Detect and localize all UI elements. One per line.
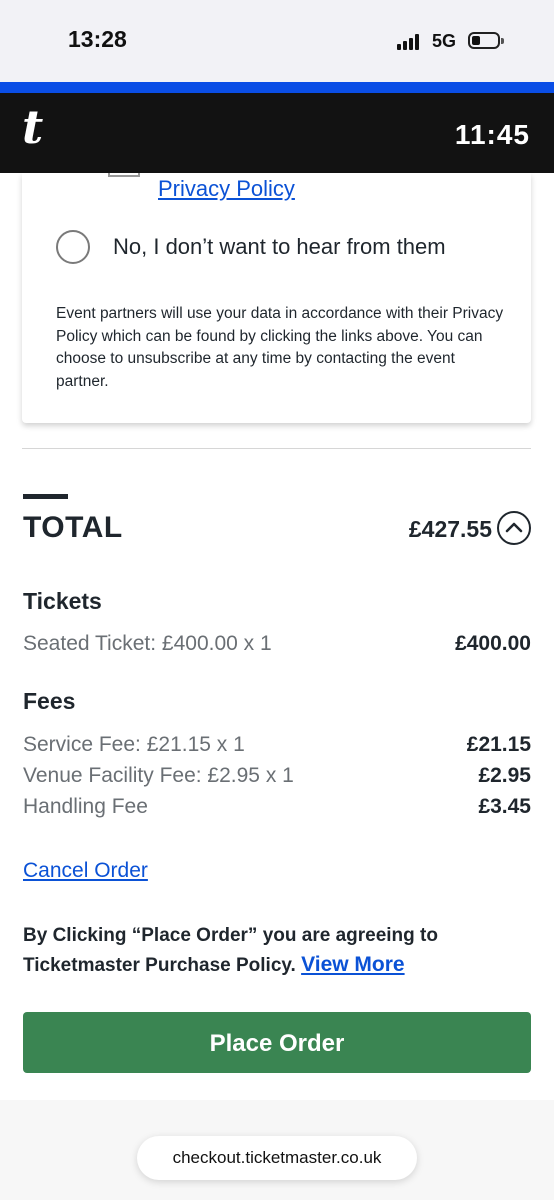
fee-line-label: Venue Facility Fee: £2.95 x 1 [23, 764, 294, 787]
place-order-button[interactable]: Place Order [23, 1012, 531, 1073]
collapse-total-button[interactable] [497, 511, 531, 545]
battery-icon [468, 32, 504, 49]
accent-strip [0, 82, 554, 93]
cancel-order-link[interactable]: Cancel Order [23, 859, 148, 883]
consent-note: Event partners will use your data in acc… [56, 305, 504, 390]
fee-line-value: £3.45 [478, 795, 531, 818]
fee-line-value: £2.95 [478, 764, 531, 787]
signal-icon [397, 34, 423, 50]
consent-checkbox[interactable] [108, 173, 140, 177]
network-type: 5G [432, 31, 457, 51]
privacy-policy-link[interactable]: Privacy Policy [158, 176, 295, 202]
ticketmaster-logo[interactable]: t [22, 104, 43, 150]
total-label: TOTAL [23, 511, 123, 544]
fees-heading: Fees [23, 688, 76, 714]
opt-out-radio[interactable] [56, 230, 90, 264]
fee-line-label: Handling Fee [23, 795, 148, 818]
total-amount: £427.55 [408, 516, 492, 542]
fee-line-label: Service Fee: £21.15 x 1 [23, 733, 245, 756]
status-time: 13:28 [68, 26, 127, 52]
tickets-heading: Tickets [23, 588, 102, 614]
chevron-up-icon [505, 522, 523, 533]
opt-out-radio-label[interactable]: No, I don’t want to hear from them [113, 234, 446, 260]
status-bar: 13:28 5G [0, 0, 554, 82]
url-bar[interactable]: checkout.ticketmaster.co.uk [137, 1136, 417, 1180]
checkout-countdown: 11:45 [454, 119, 530, 150]
total-accent-bar [23, 494, 68, 499]
section-divider [22, 448, 531, 449]
fee-line-value: £21.15 [466, 733, 531, 756]
ticket-line-value: £400.00 [455, 632, 531, 655]
ticket-line-label: Seated Ticket: £400.00 x 1 [23, 632, 272, 655]
view-more-link[interactable]: View More [301, 953, 404, 976]
purchase-policy-notice: By Clicking “Place Order” you are agreei… [23, 921, 503, 980]
